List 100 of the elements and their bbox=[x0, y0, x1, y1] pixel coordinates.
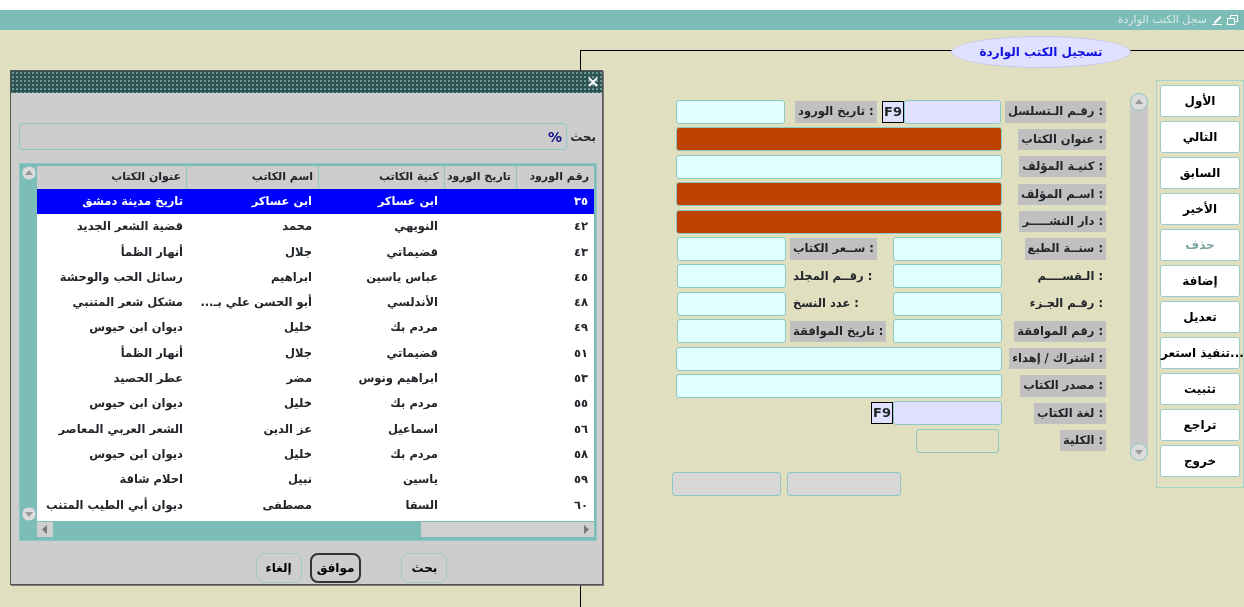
input-field[interactable] bbox=[916, 428, 999, 453]
table-cell-text: ٤٢ bbox=[572, 218, 589, 236]
scroll-right-icon[interactable] bbox=[578, 522, 594, 537]
table-cell-text: النويهي bbox=[393, 218, 439, 236]
scroll-thumb[interactable] bbox=[421, 522, 578, 537]
table-cell-text: خليل bbox=[283, 445, 313, 463]
table-row[interactable]: ٥١ قضيماتي جلال أنهار الظمأ bbox=[36, 340, 594, 367]
form-legend: تسجيل الكتب الواردة bbox=[951, 36, 1131, 68]
table-cell-text: أنهار الظمأ bbox=[119, 243, 184, 261]
nav-button[interactable]: السابق bbox=[1160, 157, 1240, 189]
dialog-button[interactable]: بحث bbox=[401, 553, 448, 583]
table-row[interactable]: ٤٨ الأندلسي أبو الحسن علي بـ... مشكل شعر المتنبي bbox=[36, 290, 594, 316]
table-cell-text: تاريخ مدينة دمشق bbox=[81, 193, 184, 210]
restore-window-icon[interactable] bbox=[1227, 15, 1238, 25]
input-field[interactable] bbox=[677, 264, 786, 289]
selected-row[interactable]: ٣٥ ابن عساكر ابن عساكر تاريخ مدينة دمشق bbox=[36, 189, 594, 215]
table-cell-text: عطر الحصيد bbox=[112, 370, 184, 388]
search-label: بحث bbox=[570, 128, 596, 146]
nav-button[interactable]: خروج bbox=[1160, 445, 1240, 477]
table-cell-text: جلال bbox=[284, 344, 313, 362]
table-cell-text: أبو الحسن علي بـ... bbox=[199, 293, 313, 312]
input-field[interactable] bbox=[676, 209, 1002, 234]
table-row[interactable]: ٦٠ السقا مصطفى ديوان أبي الطيب المتنب bbox=[36, 492, 594, 518]
input-field[interactable] bbox=[893, 264, 1002, 289]
table-cell-text: ابن عساكر bbox=[250, 193, 313, 210]
scroll-up-icon[interactable] bbox=[22, 166, 37, 180]
field-label: عنوان الكتاب : bbox=[1018, 128, 1106, 150]
close-icon[interactable] bbox=[587, 76, 599, 88]
input-field[interactable] bbox=[677, 291, 786, 316]
input-field[interactable] bbox=[904, 100, 1002, 124]
table-cell-text: ديوان ابن حيوس bbox=[88, 445, 184, 464]
table-cell-text: ٥٨ bbox=[572, 445, 589, 463]
table-cell-text: قضيماتي bbox=[385, 344, 439, 362]
field-label: كنيـة المؤلف : bbox=[1019, 156, 1106, 178]
table-cell-text: نبيل bbox=[287, 471, 313, 489]
input-field[interactable] bbox=[676, 100, 786, 124]
table-cell-text: الأندلسي bbox=[385, 294, 439, 312]
input-field[interactable] bbox=[676, 127, 1002, 152]
input-field[interactable] bbox=[893, 236, 1002, 261]
table-cell-text: ٣٥ bbox=[572, 193, 589, 210]
nav-button[interactable]: الأخير bbox=[1160, 193, 1240, 225]
search-field[interactable]: % bbox=[19, 123, 568, 150]
horizontal-scrollbar[interactable] bbox=[37, 521, 594, 538]
table-cell-text: قضية الشعر الجديد bbox=[75, 218, 184, 236]
table-row[interactable]: ٤٥ عباس ياسين ابراهيم رسائل الحب والوحشة bbox=[36, 264, 594, 291]
nav-button[interactable]: تراجع bbox=[1160, 409, 1240, 441]
table-cell-text: مضر bbox=[285, 370, 313, 388]
nav-button[interactable]: الأول bbox=[1160, 85, 1240, 117]
dialog-button[interactable]: إلغاء bbox=[255, 553, 302, 583]
scroll-left-icon[interactable] bbox=[37, 522, 53, 537]
field-label: الـقســــم : bbox=[1036, 267, 1104, 285]
table-cell-text: ٦٠ bbox=[572, 496, 589, 514]
table-cell-text: رسائل الحب والوحشة bbox=[58, 268, 184, 287]
input-field[interactable] bbox=[676, 373, 1002, 398]
table-cell-text: محمد bbox=[281, 218, 313, 236]
input-field[interactable] bbox=[893, 319, 1002, 344]
pen-icon bbox=[1211, 15, 1223, 25]
table-cell-text: ديوان ابن حيوس bbox=[88, 395, 184, 413]
input-field[interactable] bbox=[893, 291, 1002, 316]
input-field[interactable] bbox=[676, 182, 1002, 207]
nav-button[interactable]: التالي bbox=[1160, 121, 1240, 153]
f9-key[interactable]: F9 bbox=[871, 402, 893, 425]
input-field[interactable] bbox=[677, 236, 786, 261]
dialog-button[interactable]: موافق bbox=[309, 553, 362, 583]
table-row[interactable]: ٥٦ اسماعيل عز الدين الشعر العربي المعاصر bbox=[36, 416, 594, 442]
scroll-down-icon[interactable] bbox=[22, 507, 37, 521]
window-title: سجل الكتب الواردة bbox=[1117, 11, 1207, 28]
field-label: مصدر الكتاب : bbox=[1020, 375, 1106, 397]
table-cell-text: ٤٣ bbox=[572, 243, 589, 261]
table-cell-text: أنهار الظمأ bbox=[119, 344, 184, 362]
input-field[interactable] bbox=[676, 346, 1002, 371]
nav-button[interactable]: تعديل bbox=[1160, 301, 1240, 333]
table-cell-text: مشكل شعر المتنبي bbox=[71, 294, 184, 312]
table-cell-text: اسماعيل bbox=[386, 420, 439, 438]
nav-button[interactable]: تثبيت bbox=[1160, 373, 1240, 405]
table-row[interactable]: ٤٣ قضيماتي جلال أنهار الظمأ bbox=[36, 239, 594, 265]
table-row[interactable]: ٤٢ النويهي محمد قضية الشعر الجديد bbox=[36, 214, 594, 240]
table-cell-text: ياسين bbox=[402, 471, 439, 489]
nav-button[interactable]: إضافة bbox=[1160, 265, 1240, 297]
table-cell-text: خليل bbox=[283, 319, 313, 337]
input-field[interactable] bbox=[677, 319, 786, 344]
table-row[interactable]: ٤٩ مردم بك خليل ديوان ابن حيوس bbox=[36, 315, 594, 341]
table-cell-text: ٤٨ bbox=[572, 294, 589, 312]
field-label: اشتراك / إهداء : bbox=[1009, 347, 1106, 370]
table-cell-text: السقا bbox=[404, 496, 439, 514]
table-cell-text: مردم بك bbox=[389, 445, 439, 463]
input-field[interactable] bbox=[676, 154, 1002, 179]
f9-key[interactable]: F9 bbox=[882, 101, 905, 123]
table-cell-text: عز الدين bbox=[262, 420, 313, 438]
table-row[interactable]: ٥٨ مردم بك خليل ديوان ابن حيوس bbox=[36, 441, 594, 468]
vertical-scrollbar[interactable] bbox=[1130, 93, 1148, 461]
table-row[interactable]: ٥٩ ياسين نبيل احلام شاقة bbox=[36, 467, 594, 493]
scroll-down-icon[interactable] bbox=[1130, 443, 1148, 461]
table-row[interactable]: ٥٣ ابراهيم ونوس مضر عطر الحصيد bbox=[36, 366, 594, 392]
scroll-up-icon[interactable] bbox=[1130, 93, 1148, 111]
input-field[interactable] bbox=[893, 401, 1002, 426]
field-label: عدد النسخ : bbox=[792, 295, 860, 313]
table-row[interactable]: ٥٥ مردم بك خليل ديوان ابن حيوس bbox=[36, 391, 594, 417]
table-cell-text: ديوان ابن حيوس bbox=[88, 319, 184, 337]
table-cell-text: مردم بك bbox=[389, 319, 439, 337]
